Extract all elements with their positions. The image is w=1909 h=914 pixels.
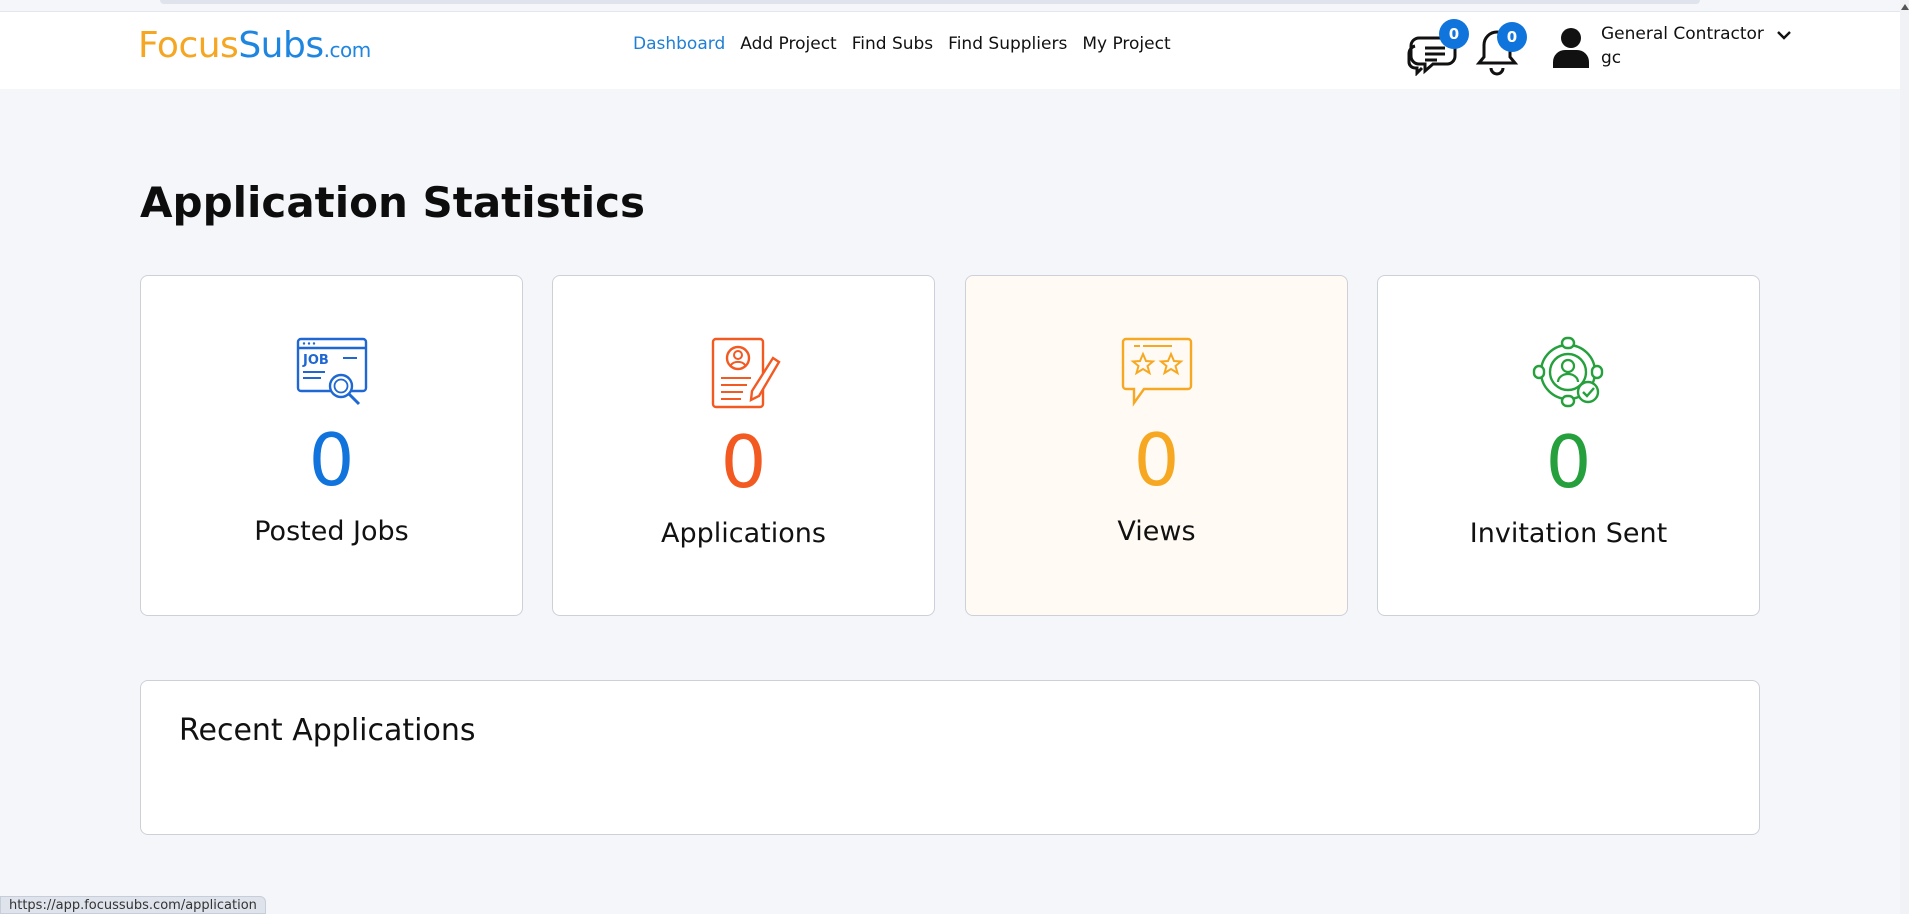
logo-domain: .com: [323, 38, 372, 62]
logo-subs: Subs: [238, 25, 324, 66]
messages-badge: 0: [1439, 19, 1469, 49]
user-avatar-icon[interactable]: [1550, 26, 1592, 68]
page-title: Application Statistics: [140, 178, 646, 227]
nav-find-subs[interactable]: Find Subs: [852, 34, 933, 54]
nav-find-suppliers[interactable]: Find Suppliers: [948, 34, 1067, 54]
invitation-sent-count: 0: [1545, 420, 1592, 504]
notifications-badge: 0: [1497, 22, 1527, 52]
user-name[interactable]: General Contractor: [1601, 24, 1764, 44]
star-review-icon: [1121, 337, 1192, 407]
svg-text:JOB: JOB: [302, 353, 329, 368]
top-navbar: FocusSubs.com Dashboard Add Project Find…: [0, 12, 1909, 89]
target-user-icon: [1532, 336, 1603, 408]
posted-jobs-label: Posted Jobs: [254, 516, 409, 547]
notifications-button[interactable]: 0: [1475, 22, 1527, 80]
views-label: Views: [1117, 516, 1196, 547]
logo-focus: Focus: [138, 25, 239, 66]
resume-pencil-icon: [711, 337, 781, 409]
user-role: gc: [1601, 48, 1622, 68]
nav-add-project[interactable]: Add Project: [740, 34, 836, 54]
status-bar-url: https://app.focussubs.com/application: [0, 896, 266, 914]
applications-count: 0: [720, 420, 767, 504]
browser-top-strip: [0, 0, 1909, 12]
job-search-icon: JOB: [296, 337, 367, 406]
address-bar-edge: [160, 0, 1700, 4]
recent-applications-title: Recent Applications: [179, 713, 476, 748]
stat-card-applications[interactable]: 0 Applications: [552, 275, 935, 616]
chevron-down-icon[interactable]: [1775, 26, 1793, 44]
nav-my-project[interactable]: My Project: [1082, 34, 1170, 54]
stat-card-posted-jobs[interactable]: JOB 0 Posted Jobs: [140, 275, 523, 616]
nav-dashboard[interactable]: Dashboard: [633, 34, 725, 54]
views-count: 0: [1133, 418, 1180, 502]
posted-jobs-count: 0: [308, 418, 355, 502]
stat-card-views[interactable]: 0 Views: [965, 275, 1348, 616]
scroll-up-arrow-icon[interactable]: [1901, 4, 1909, 10]
applications-label: Applications: [661, 518, 826, 549]
main-nav: Dashboard Add Project Find Subs Find Sup…: [633, 34, 1171, 54]
messages-button[interactable]: 0: [1405, 19, 1469, 80]
recent-applications-panel: Recent Applications: [140, 680, 1760, 835]
focussubs-logo[interactable]: FocusSubs.com: [138, 28, 371, 64]
invitation-sent-label: Invitation Sent: [1469, 518, 1668, 549]
stat-card-invitation-sent[interactable]: 0 Invitation Sent: [1377, 275, 1760, 616]
page-scrollbar[interactable]: [1900, 0, 1909, 914]
